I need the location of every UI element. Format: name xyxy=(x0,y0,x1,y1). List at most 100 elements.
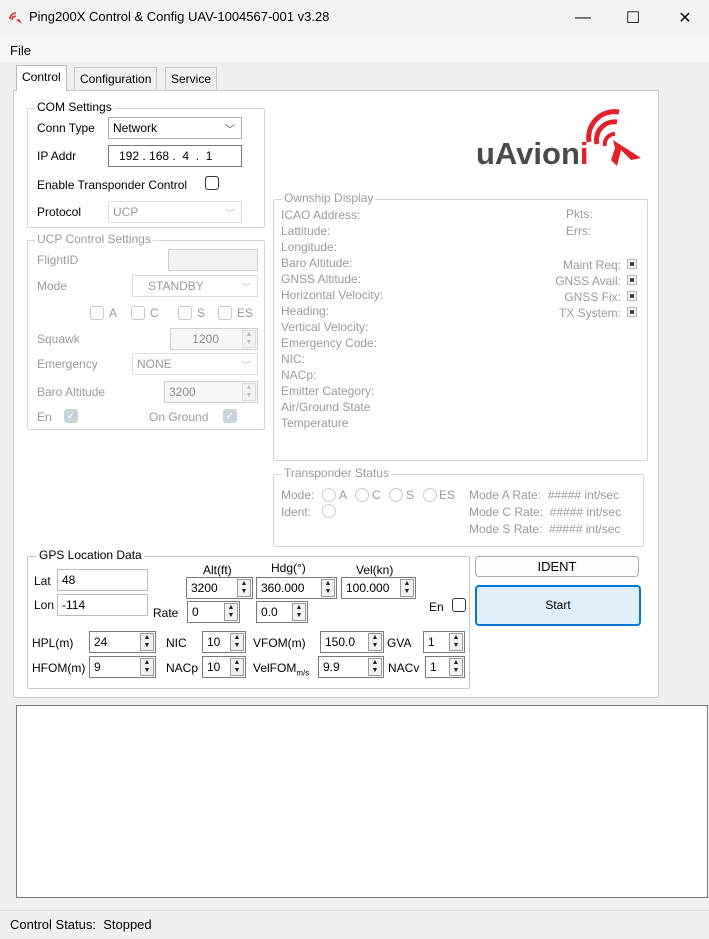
gnss-fix-label: GNSS Fix: xyxy=(564,290,621,304)
alt-stepper[interactable]: 3200 ▲ ▼ xyxy=(186,577,253,599)
nic-label: NIC xyxy=(166,636,187,650)
spin-arrows-icon[interactable]: ▲ ▼ xyxy=(400,579,414,597)
lat-input[interactable]: 48 xyxy=(57,569,148,591)
xpdr-mode-es-radio[interactable] xyxy=(423,488,437,502)
vfom-value: 150.0 xyxy=(325,635,356,649)
gva-stepper[interactable]: 1 ▲ ▼ xyxy=(423,631,465,653)
nacv-label: NACv xyxy=(388,661,420,675)
uavionix-logo: uAvioni xyxy=(476,136,589,172)
logo-text-main: uAvion xyxy=(476,136,580,171)
xpdr-mode-es-label: ES xyxy=(439,488,456,502)
vel-stepper[interactable]: 100.000 ▲ ▼ xyxy=(341,577,416,599)
conn-type-value: Network xyxy=(113,121,158,135)
minimize-button[interactable]: — xyxy=(560,4,606,32)
baro-alt-stepper[interactable]: 3200 ▲ ▼ xyxy=(164,381,258,403)
xpdr-ident-radio[interactable] xyxy=(322,504,336,518)
chevron-down-icon: ﹀ xyxy=(225,209,235,220)
xpdr-mode-c-radio[interactable] xyxy=(355,488,369,502)
mode-es-checkbox[interactable] xyxy=(218,306,232,320)
velfom-label: VelFOM xyxy=(253,661,297,675)
squawk-stepper[interactable]: 1200 ▲ ▼ xyxy=(170,328,258,350)
xpdr-mode-a-radio[interactable] xyxy=(322,488,336,502)
ownship-field: Longitude: xyxy=(281,240,338,254)
spin-arrows-icon[interactable]: ▲ ▼ xyxy=(368,658,382,676)
lon-input[interactable]: -114 xyxy=(57,594,148,616)
nacp-value: 10 xyxy=(207,660,221,674)
log-output-area[interactable] xyxy=(16,705,708,898)
ownship-field: Baro Altitude: xyxy=(281,256,353,270)
protocol-select[interactable]: UCP ﹀ xyxy=(108,201,242,223)
spin-arrows-icon[interactable]: ▲ ▼ xyxy=(230,633,244,651)
spin-arrows-icon[interactable]: ▲ ▼ xyxy=(224,603,238,621)
close-button[interactable]: ✕ xyxy=(662,4,708,32)
maximize-button[interactable]: ☐ xyxy=(610,4,656,32)
control-status-text: Control Status: Stopped xyxy=(10,917,152,932)
flight-id-label: FlightID xyxy=(37,253,79,267)
start-button[interactable]: Start xyxy=(475,585,641,626)
spin-arrows-icon[interactable]: ▲ ▼ xyxy=(242,330,256,348)
conn-type-label: Conn Type xyxy=(37,121,95,135)
xpdr-mode-a-label: A xyxy=(339,488,348,502)
spin-arrows-icon[interactable]: ▲ ▼ xyxy=(449,633,463,651)
ownship-field: Vertical Velocity: xyxy=(281,320,369,334)
spin-arrows-icon[interactable]: ▲ ▼ xyxy=(242,383,256,401)
rate-value: 0 xyxy=(192,605,199,619)
vfom-stepper[interactable]: 150.0 ▲ ▼ xyxy=(320,631,384,653)
transponder-status-title: Transponder Status xyxy=(282,466,391,480)
mode-a-rate: Mode A Rate: ##### int/sec xyxy=(469,488,620,502)
spin-arrows-icon[interactable]: ▲ ▼ xyxy=(292,603,306,621)
on-ground-checkbox[interactable]: ✓ xyxy=(223,409,237,423)
hdg-label: Hdg(°) xyxy=(271,561,306,575)
alt-value: 3200 xyxy=(191,581,218,595)
xpdr-mode-s-label: S xyxy=(406,488,415,502)
velfom-label-group: VelFOMm/s xyxy=(253,661,309,677)
flight-id-input[interactable] xyxy=(168,249,258,271)
hpl-stepper[interactable]: 24 ▲ ▼ xyxy=(89,631,156,653)
spin-arrows-icon[interactable]: ▲ ▼ xyxy=(368,633,382,651)
squawk-value: 1200 xyxy=(192,332,219,346)
tx-system-label: TX System: xyxy=(558,306,621,320)
enable-transponder-label: Enable Transponder Control xyxy=(37,178,188,192)
nacv-stepper[interactable]: 1 ▲ ▼ xyxy=(425,656,465,678)
spin-arrows-icon[interactable]: ▲ ▼ xyxy=(140,633,154,651)
nacp-stepper[interactable]: 10 ▲ ▼ xyxy=(202,656,246,678)
spin-arrows-icon[interactable]: ▲ ▼ xyxy=(237,579,251,597)
mode-c-checkbox[interactable] xyxy=(131,306,145,320)
velfom-stepper[interactable]: 9.9 ▲ ▼ xyxy=(318,656,384,678)
nic-stepper[interactable]: 10 ▲ ▼ xyxy=(202,631,246,653)
mode-s-label: S xyxy=(197,306,206,320)
tab-service[interactable]: Service xyxy=(165,67,218,89)
hpl-label: HPL(m) xyxy=(32,636,74,650)
en-checkbox[interactable]: ✓ xyxy=(64,409,78,423)
velfom-value: 9.9 xyxy=(323,660,340,674)
maint-req-indicator xyxy=(627,259,637,269)
ip-addr-input[interactable]: 192 . 168 . 4 . 1 xyxy=(108,145,242,167)
ident-button[interactable]: IDENT xyxy=(475,556,639,577)
tab-control[interactable]: Control xyxy=(16,65,67,91)
menu-file[interactable]: File xyxy=(10,43,31,58)
spin-arrows-icon[interactable]: ▲ ▼ xyxy=(321,579,335,597)
pkts-label: Pkts: xyxy=(566,207,593,221)
spin-arrows-icon[interactable]: ▲ ▼ xyxy=(230,658,244,676)
rate2-stepper[interactable]: 0.0 ▲ ▼ xyxy=(256,601,308,623)
tab-configuration[interactable]: Configuration xyxy=(74,67,158,89)
spin-arrows-icon[interactable]: ▲ ▼ xyxy=(140,658,154,676)
mode-s-checkbox[interactable] xyxy=(178,306,192,320)
gps-en-checkbox[interactable] xyxy=(452,598,466,612)
hdg-stepper[interactable]: 360.000 ▲ ▼ xyxy=(256,577,337,599)
conn-type-select[interactable]: Network ﹀ xyxy=(108,117,242,139)
spin-arrows-icon[interactable]: ▲ ▼ xyxy=(449,658,463,676)
enable-transponder-checkbox[interactable] xyxy=(205,176,219,190)
ownship-field: Horizontal Velocity: xyxy=(281,288,384,302)
hfom-stepper[interactable]: 9 ▲ ▼ xyxy=(89,656,156,678)
ownship-field: Air/Ground State xyxy=(281,400,371,414)
emergency-select[interactable]: NONE ﹀ xyxy=(132,353,258,375)
mode-a-label: A xyxy=(109,306,118,320)
ownship-field: NIC: xyxy=(281,352,305,366)
rate-stepper[interactable]: 0 ▲ ▼ xyxy=(187,601,240,623)
ownship-field: Emergency Code: xyxy=(281,336,378,350)
mode-a-checkbox[interactable] xyxy=(90,306,104,320)
baro-alt-label: Baro Altitude xyxy=(37,385,106,399)
mode-select[interactable]: STANDBY ﹀ xyxy=(132,275,258,297)
xpdr-mode-s-radio[interactable] xyxy=(389,488,403,502)
